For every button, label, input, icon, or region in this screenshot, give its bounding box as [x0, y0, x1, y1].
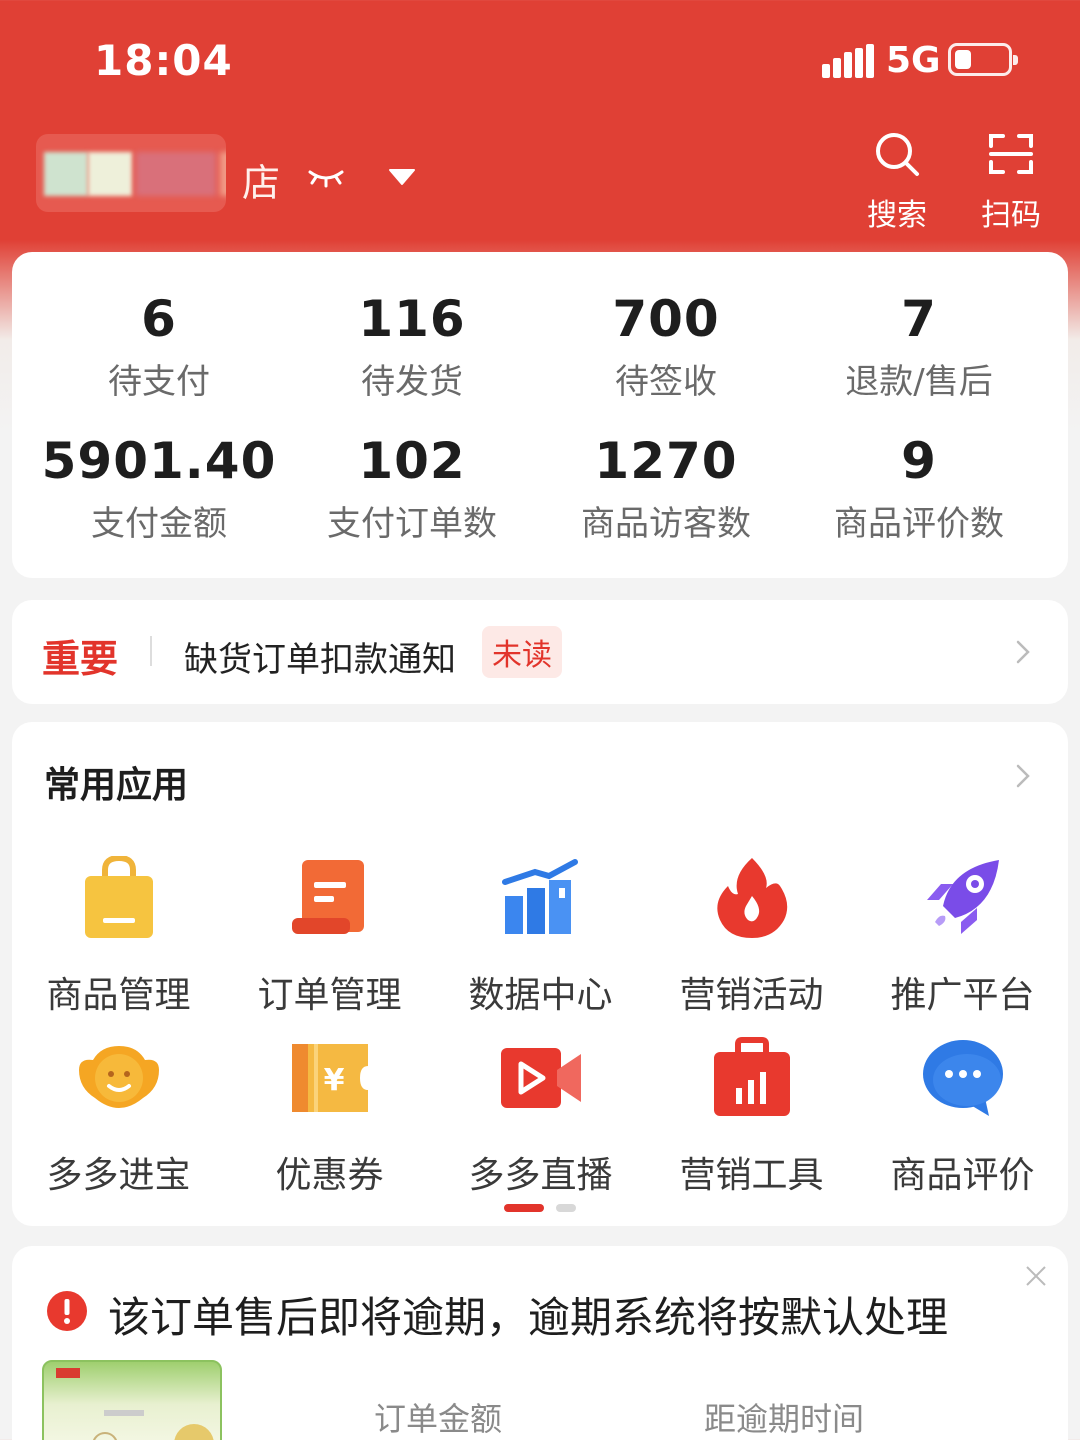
alert-message: 该订单售后即将逾期，逾期系统将按默认处理 [108, 1293, 949, 1342]
page-indicator [504, 1204, 584, 1214]
warning-icon [47, 1291, 87, 1331]
important-notice-bar[interactable]: 重要 缺货订单扣款通知 未读 [12, 600, 1068, 704]
toolbox-icon [714, 1037, 790, 1116]
stat-label: 商品评价数 [834, 504, 1004, 544]
stat-value: 7 [901, 290, 937, 348]
order-amount-label: 订单金额 [374, 1400, 503, 1438]
app-header: 店 搜索 扫码 [0, 120, 1080, 240]
stat-label: 待支付 [108, 362, 210, 402]
order-stats-card: 6 待支付 116 待发货 700 待签收 7 退款/售后 5901.40 支付… [12, 252, 1068, 578]
common-apps-card: 常用应用 商品管理 订单管理 数据中心 营销活动 推广平台 多多进宝 ¥ 优惠券… [12, 722, 1068, 1226]
search-label: 搜索 [867, 198, 927, 233]
page-dot-active [504, 1204, 544, 1212]
stat-value: 116 [358, 290, 466, 348]
app-label: 多多直播 [468, 1155, 613, 1196]
unread-badge: 未读 [482, 626, 562, 678]
app-label: 营销工具 [679, 1155, 824, 1196]
store-avatar-blurred[interactable] [36, 134, 226, 212]
notice-divider [150, 636, 152, 666]
stat-product-visitors[interactable]: 1270 商品访客数 [534, 432, 798, 545]
app-duoduo-live[interactable]: 多多直播 [435, 1036, 646, 1206]
live-video-icon [501, 1048, 581, 1108]
network-type: 5G [886, 40, 941, 81]
treasure-icon [79, 1046, 159, 1108]
app-marketing-activities[interactable]: 营销活动 [646, 856, 857, 1026]
app-data-center[interactable]: 数据中心 [435, 856, 646, 1026]
aftersale-alert-card[interactable]: 该订单售后即将逾期，逾期系统将按默认处理 订单金额 距逾期时间 [12, 1246, 1068, 1440]
stat-pending-receipt[interactable]: 700 待签收 [534, 290, 798, 403]
stat-payment-amount[interactable]: 5901.40 支付金额 [27, 432, 291, 545]
flame-icon [717, 858, 788, 938]
stat-refund-aftersale[interactable]: 7 退款/售后 [787, 290, 1051, 403]
app-label: 优惠券 [275, 1155, 384, 1196]
stat-label: 支付订单数 [327, 504, 497, 544]
close-icon[interactable] [1024, 1264, 1048, 1288]
status-bar: 18:04 5G [0, 0, 1080, 120]
order-scroll-icon [292, 860, 364, 934]
scan-label: 扫码 [981, 198, 1041, 233]
app-duoduo-jinbao[interactable]: 多多进宝 [13, 1036, 224, 1206]
battery-icon [948, 43, 1018, 76]
status-time: 18:04 [94, 36, 233, 85]
product-thumbnail[interactable] [42, 1360, 222, 1440]
app-label: 商品评价 [890, 1155, 1035, 1196]
chevron-right-icon [1016, 640, 1030, 664]
stat-label: 待签收 [615, 362, 717, 402]
stat-value: 6 [141, 290, 177, 348]
stat-label: 支付金额 [91, 504, 227, 544]
chevron-right-icon[interactable] [1014, 762, 1032, 790]
app-order-management[interactable]: 订单管理 [224, 856, 435, 1026]
stat-value: 9 [901, 432, 937, 490]
bar-chart-icon [502, 859, 578, 934]
page-dot [556, 1204, 576, 1212]
stat-product-reviews[interactable]: 9 商品评价数 [787, 432, 1051, 545]
stat-value: 102 [358, 432, 466, 490]
stat-paid-orders[interactable]: 102 支付订单数 [280, 432, 544, 545]
notice-tag: 重要 [42, 637, 119, 681]
app-coupons[interactable]: ¥ 优惠券 [224, 1036, 435, 1206]
app-product-reviews[interactable]: 商品评价 [857, 1036, 1068, 1206]
scan-icon [989, 134, 1033, 174]
section-title: 常用应用 [44, 765, 189, 806]
time-to-overdue-label: 距逾期时间 [704, 1400, 865, 1438]
app-label: 数据中心 [468, 975, 613, 1016]
app-label: 推广平台 [890, 975, 1035, 1016]
shopping-bag-icon [85, 856, 153, 938]
signal-icon [822, 44, 874, 78]
coupon-icon: ¥ [292, 1044, 368, 1112]
stat-value: 5901.40 [41, 432, 277, 490]
chevron-down-icon[interactable] [386, 164, 418, 188]
svg-text:¥: ¥ [324, 1063, 345, 1098]
stat-label: 退款/售后 [845, 362, 993, 402]
notice-title: 缺货订单扣款通知 [184, 640, 456, 680]
stat-pending-shipment[interactable]: 116 待发货 [280, 290, 544, 403]
rocket-icon [927, 860, 999, 934]
eye-closed-icon[interactable] [306, 160, 346, 190]
stat-value: 1270 [594, 432, 738, 490]
app-promotion-platform[interactable]: 推广平台 [857, 856, 1068, 1026]
search-button[interactable]: 搜索 [852, 128, 942, 233]
stat-label: 商品访客数 [581, 504, 751, 544]
store-name[interactable]: 店 [242, 152, 280, 207]
stat-label: 待发货 [361, 362, 463, 402]
app-label: 订单管理 [257, 975, 402, 1016]
app-label: 商品管理 [46, 975, 191, 1016]
scan-button[interactable]: 扫码 [966, 128, 1056, 233]
stat-pending-payment[interactable]: 6 待支付 [27, 290, 291, 403]
app-label: 多多进宝 [46, 1155, 191, 1196]
stat-value: 700 [612, 290, 720, 348]
app-marketing-tools[interactable]: 营销工具 [646, 1036, 857, 1206]
chat-bubble-icon [923, 1040, 1003, 1116]
app-label: 营销活动 [679, 975, 824, 1016]
app-product-management[interactable]: 商品管理 [13, 856, 224, 1026]
search-icon [876, 133, 919, 176]
